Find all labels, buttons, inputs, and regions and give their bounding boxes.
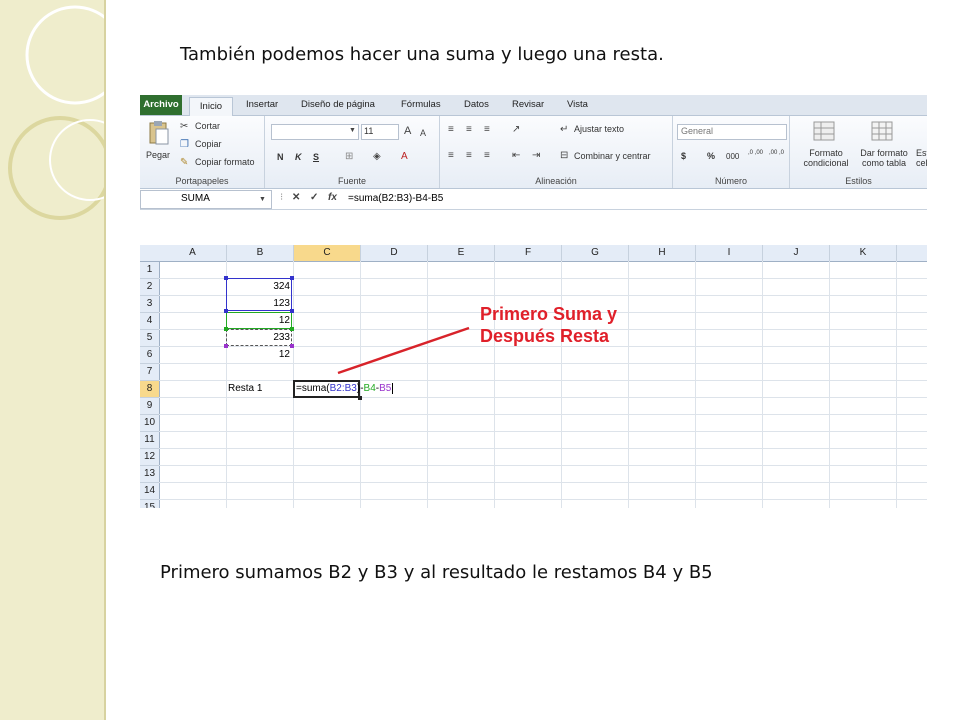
slide-caption: Primero sumamos B2 y B3 y al resultado l… bbox=[160, 562, 713, 583]
annotation-arrow bbox=[337, 326, 470, 375]
annotation-overlay bbox=[337, 326, 470, 375]
annotation-line-1: Primero Suma y bbox=[480, 304, 618, 324]
annotation-line-2: Después Resta bbox=[480, 326, 610, 346]
annotation-text: Primero Suma y Después Resta bbox=[480, 303, 617, 347]
